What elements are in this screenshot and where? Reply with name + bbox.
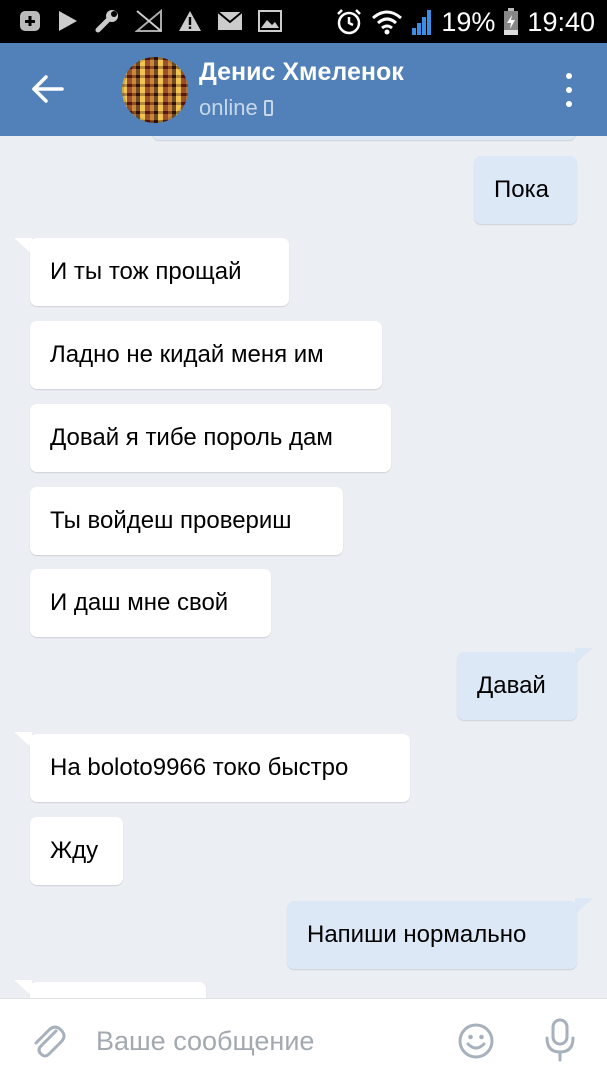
message-text: Напиши нормально: [307, 921, 527, 948]
message-bubble-partial[interactable]: [30, 982, 206, 998]
message-bubble-incoming[interactable]: Ладно не кидай меня им: [30, 321, 382, 389]
mail-icon: [217, 11, 243, 30]
clock: 19:40: [527, 6, 595, 37]
message-text: Ты войдеш провериш: [50, 507, 292, 534]
message-bubble-incoming[interactable]: Ты войдеш провериш: [30, 487, 343, 555]
bubble-tail: [575, 898, 593, 914]
plus-icon: [20, 11, 40, 31]
bubble-tail: [575, 648, 593, 664]
more-options-button[interactable]: [557, 73, 581, 107]
message-text: И даш мне свой: [50, 589, 229, 616]
message-text: На boloto9966 токо быстро: [50, 754, 349, 781]
message-bubble-incoming[interactable]: И ты тож прощай: [30, 238, 289, 306]
chat-header: Денис Хмеленок online: [0, 43, 607, 136]
message-text: Довай я тибе пороль дам: [50, 424, 333, 451]
message-text: Ладно не кидай меня им: [50, 341, 324, 368]
message-bubble-outgoing[interactable]: Напиши нормально: [287, 901, 577, 969]
message-text: Давай: [477, 672, 546, 699]
contact-status: online: [199, 95, 273, 121]
message-bubble-outgoing[interactable]: Давай: [457, 652, 577, 720]
message-bubble-outgoing[interactable]: Пока: [474, 156, 577, 224]
contact-name[interactable]: Денис Хмеленок: [199, 58, 404, 87]
wifi-icon: [372, 10, 403, 35]
signal-icon: [412, 10, 432, 35]
microphone-icon[interactable]: [540, 1017, 580, 1063]
battery-percent: 19%: [441, 6, 496, 37]
message-text: Пока: [494, 176, 549, 203]
message-bubble-incoming[interactable]: Жду: [30, 817, 123, 885]
mobile-phone-icon: [263, 100, 273, 116]
image-icon: [258, 10, 282, 32]
no-signal-icon: [135, 9, 162, 32]
battery-icon: [504, 8, 519, 35]
message-bubble-incoming[interactable]: И даш мне свой: [30, 569, 271, 637]
message-bubble-partial[interactable]: [152, 136, 576, 140]
message-bubble-incoming[interactable]: На boloto9966 токо быстро: [30, 734, 410, 802]
status-text: online: [199, 95, 258, 120]
more-dot: [566, 101, 572, 107]
message-bubble-incoming[interactable]: Довай я тибе пороль дам: [30, 404, 391, 472]
status-bar: 19% 19:40: [0, 0, 607, 43]
back-button[interactable]: [26, 67, 70, 111]
warning-icon: [179, 11, 201, 31]
contact-avatar[interactable]: [122, 57, 188, 123]
alarm-icon: [337, 9, 362, 35]
message-composer: [0, 998, 607, 1081]
message-list[interactable]: Пока И ты тож прощай Ладно не кидай меня…: [0, 136, 607, 998]
smiley-icon[interactable]: [457, 1022, 495, 1060]
message-text: И ты тож прощай: [50, 258, 242, 285]
wrench-icon: [95, 10, 118, 33]
message-text: Жду: [50, 837, 99, 864]
play-icon: [59, 11, 77, 31]
message-input[interactable]: [96, 1019, 426, 1063]
more-dot: [566, 73, 572, 79]
paperclip-icon[interactable]: [28, 1021, 68, 1061]
more-dot: [566, 87, 572, 93]
arrow-left-icon: [32, 75, 64, 103]
